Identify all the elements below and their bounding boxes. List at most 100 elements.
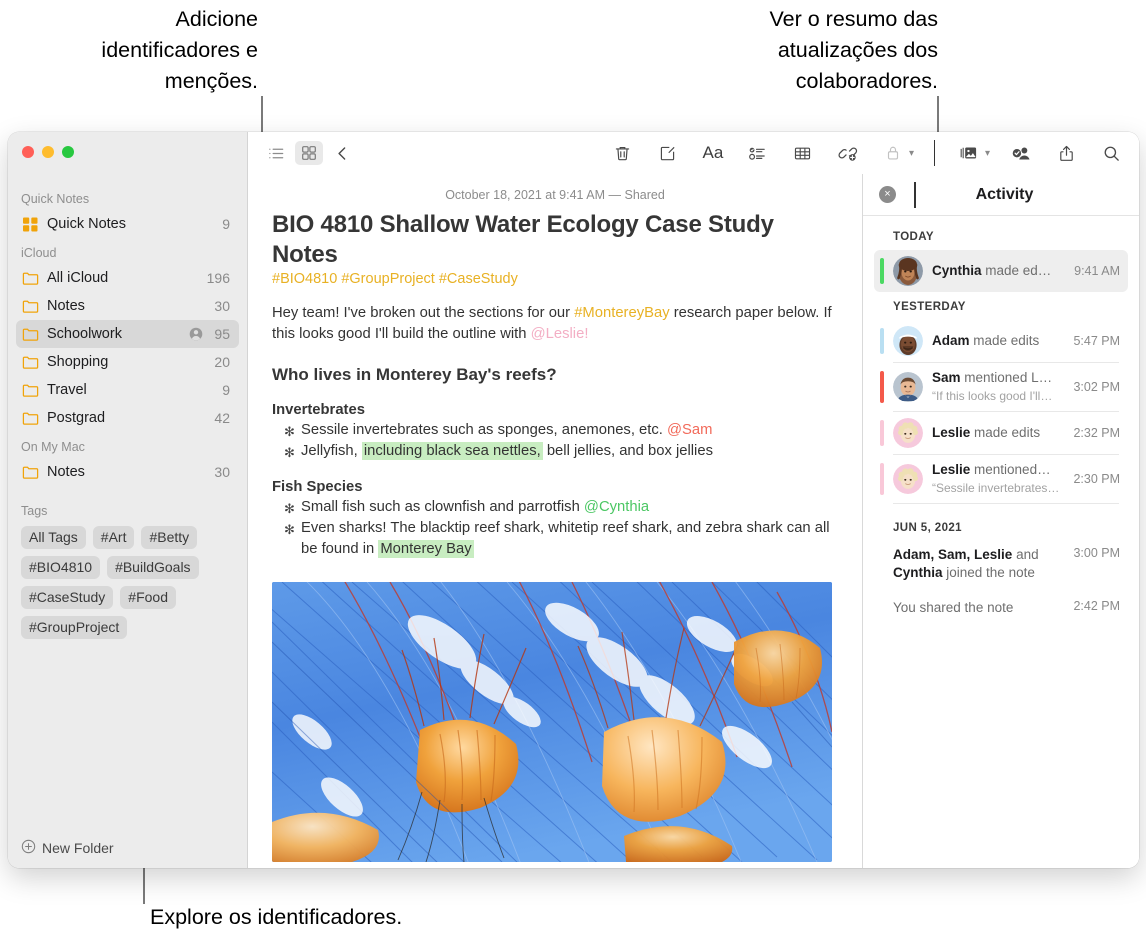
note-intro-mention[interactable]: @Leslie!	[531, 326, 589, 342]
bullet-mention[interactable]: @Cynthia	[584, 499, 649, 515]
avatar	[893, 464, 923, 494]
note-editor[interactable]: October 18, 2021 at 9:41 AM — Shared BIO…	[248, 174, 862, 868]
activity-header: × Activity	[863, 174, 1139, 216]
chevron-down-icon[interactable]: ▾	[909, 148, 914, 159]
activity-quote: “If this looks good I'll…	[932, 389, 1053, 403]
activity-joined-names: Adam, Sam, Leslie	[893, 547, 1013, 562]
sidebar-item-notes-local[interactable]: Notes 30	[16, 458, 239, 486]
activity-list[interactable]: TODAY Cynthia made ed… 9:41 AM YESTERDAY…	[863, 216, 1139, 868]
activity-accent-bar	[880, 463, 884, 495]
bullet-highlight: including black sea nettles,	[361, 442, 543, 460]
folder-icon	[22, 326, 39, 343]
sidebar-item-count: 42	[214, 410, 230, 426]
minimize-window-button[interactable]	[42, 146, 54, 158]
activity-text: Sam mentioned L… “If this looks good I'l…	[932, 369, 1065, 405]
tag-chip-casestudy[interactable]: #CaseStudy	[21, 586, 114, 609]
close-icon[interactable]: ×	[879, 186, 896, 203]
tag-chip-groupproject[interactable]: #GroupProject	[21, 616, 128, 639]
tag-chip-food[interactable]: #Food	[120, 586, 176, 609]
folder-icon	[22, 354, 39, 371]
format-button[interactable]: Aa	[699, 141, 727, 165]
tag-chip-art[interactable]: #Art	[92, 526, 135, 549]
activity-action: mentioned…	[970, 462, 1051, 477]
jellyfish-photo[interactable]	[272, 582, 832, 862]
sidebar-scroll-area[interactable]: Quick Notes Quick Notes 9 iCloud All iCl…	[8, 174, 247, 828]
activity-person-name: Cynthia	[932, 263, 982, 278]
tag-chip-bio4810[interactable]: #BIO4810	[21, 556, 101, 579]
delete-note-button[interactable]	[609, 141, 637, 165]
activity-text: Adam made edits	[932, 332, 1065, 350]
maximize-window-button[interactable]	[62, 146, 74, 158]
tag-chip-betty[interactable]: #Betty	[141, 526, 198, 549]
table-button[interactable]	[789, 141, 817, 165]
note-tags-line: #BIO4810 #GroupProject #CaseStudy	[272, 271, 518, 287]
note-section-heading: Who lives in Monterey Bay's reefs?	[272, 365, 557, 384]
main-column: Aa ▾ ▾ October 18, 2021 at 9:41 AM — Sha…	[248, 132, 1139, 868]
share-button[interactable]	[1052, 141, 1080, 165]
sidebar-item-quick-notes[interactable]: Quick Notes 9	[16, 210, 239, 238]
activity-action: made edits	[970, 425, 1041, 440]
sidebar-item-label: Notes	[47, 464, 85, 480]
activity-time: 5:47 PM	[1073, 334, 1120, 348]
activity-row-joined-note: Adam, Sam, Leslie and Cynthia joined the…	[863, 541, 1139, 587]
activity-time: 3:02 PM	[1073, 380, 1120, 394]
close-window-button[interactable]	[22, 146, 34, 158]
tag-chip-buildgoals[interactable]: #BuildGoals	[107, 556, 199, 579]
activity-row-shared-note: You shared the note 2:42 PM	[863, 587, 1139, 622]
tag-chip-all-tags[interactable]: All Tags	[21, 526, 86, 549]
callout-bottom-left: Explore os identificadores.	[150, 905, 403, 929]
sidebar-item-count: 30	[214, 464, 230, 480]
sidebar-item-postgrad[interactable]: Postgrad 42	[16, 404, 239, 432]
sidebar-item-count: 20	[214, 354, 230, 370]
new-folder-button[interactable]: New Folder	[8, 828, 247, 868]
activity-action: mentioned L…	[960, 370, 1053, 385]
activity-joined-mid: and	[1012, 547, 1039, 562]
checklist-button[interactable]	[744, 141, 772, 165]
search-button[interactable]	[1097, 141, 1125, 165]
note-title: BIO 4810 Shallow Water Ecology Case Stud…	[272, 211, 774, 268]
sidebar-item-notes-icloud[interactable]: Notes 30	[16, 292, 239, 320]
tag-list: All Tags #Art #Betty #BIO4810 #BuildGoal…	[8, 522, 247, 639]
note-intro-part1: Hey team! I've broken out the sections f…	[272, 305, 575, 321]
list-view-button[interactable]	[262, 141, 290, 165]
compose-note-button[interactable]	[654, 141, 682, 165]
activity-text: Cynthia made ed…	[932, 262, 1066, 280]
note-intro-tag[interactable]: #MontereyBay	[574, 305, 669, 321]
activity-person-name: Leslie	[932, 462, 971, 477]
activity-row-cynthia-edits[interactable]: Cynthia made ed… 9:41 AM	[874, 250, 1128, 292]
format-label: Aa	[702, 143, 724, 162]
lock-note-control[interactable]: ▾	[879, 141, 914, 165]
bullet-highlight: Monterey Bay	[378, 540, 474, 558]
activity-time: 2:30 PM	[1073, 472, 1120, 486]
chevron-down-icon[interactable]: ▾	[985, 148, 990, 159]
sidebar-item-travel[interactable]: Travel 9	[16, 376, 239, 404]
media-icon[interactable]	[955, 141, 983, 165]
sidebar-item-schoolwork[interactable]: Schoolwork 95	[16, 320, 239, 348]
media-control[interactable]: ▾	[955, 141, 990, 165]
collaborate-button[interactable]	[1007, 141, 1035, 165]
sidebar-item-shopping[interactable]: Shopping 20	[16, 348, 239, 376]
folder-icon	[22, 270, 39, 287]
back-button[interactable]	[328, 141, 356, 165]
activity-title: Activity	[975, 185, 1034, 203]
shared-person-icon	[189, 327, 203, 341]
add-link-button[interactable]	[834, 141, 862, 165]
activity-main-line: Leslie mentioned…	[932, 462, 1051, 477]
bullet-mention[interactable]: @Sam	[667, 422, 712, 438]
new-folder-label: New Folder	[42, 840, 114, 856]
activity-row-leslie-mentioned[interactable]: Leslie mentioned… “Sessile invertebrates…	[874, 455, 1128, 503]
activity-row-adam-edits[interactable]: Adam made edits 5:47 PM	[874, 320, 1128, 362]
activity-row-sam-mentioned[interactable]: Sam mentioned L… “If this looks good I'l…	[874, 363, 1128, 411]
sidebar-group-title-quicknotes: Quick Notes	[21, 192, 90, 206]
note-subheading-fish-species: Fish Species	[272, 479, 363, 495]
activity-time: 2:42 PM	[1073, 599, 1120, 613]
sidebar-item-all-icloud[interactable]: All iCloud 196	[16, 264, 239, 292]
plus-circle-icon	[21, 839, 36, 857]
activity-row-leslie-edits[interactable]: Leslie made edits 2:32 PM	[874, 412, 1128, 454]
lock-icon[interactable]	[879, 141, 907, 165]
sidebar-item-label: All iCloud	[47, 270, 109, 286]
notes-app-window: Quick Notes Quick Notes 9 iCloud All iCl…	[8, 132, 1139, 868]
gallery-view-button[interactable]	[295, 141, 323, 165]
callout-top-left: Adicione identificadores e menções.	[101, 7, 258, 93]
activity-time: 9:41 AM	[1074, 264, 1120, 278]
